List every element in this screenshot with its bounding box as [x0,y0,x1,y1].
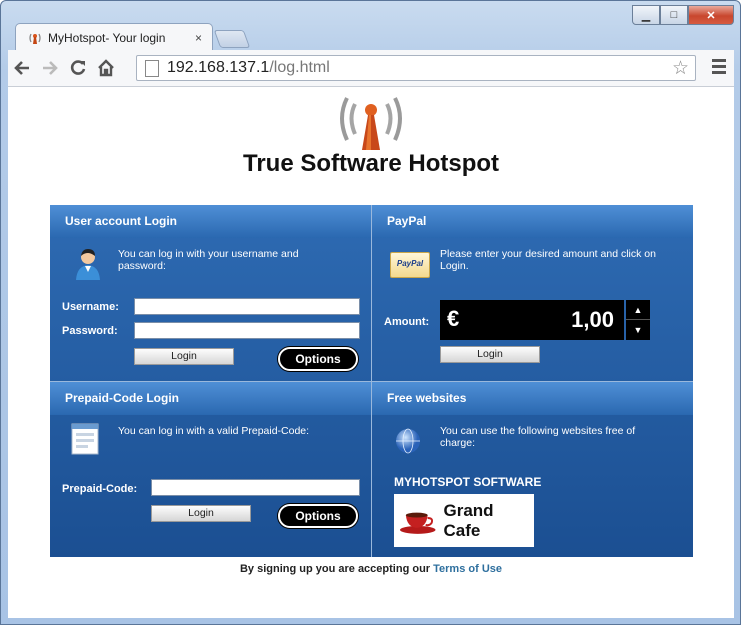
login-panel: User account Login You can log in with y… [50,205,693,557]
user-login-description: You can log in with your username and pa… [118,248,299,272]
paypal-description: Please enter your desired amount and cli… [440,248,656,272]
amount-stepper[interactable]: ▲ ▼ [626,300,650,340]
new-tab-button[interactable] [213,30,251,48]
free-websites-header: Free websites [372,382,693,415]
page-title: True Software Hotspot [242,150,500,177]
username-label: Username: [62,301,119,313]
antenna-favicon-icon [29,33,41,44]
browser-toolbar: 192.168.137.1/log.html ☆ [8,50,734,87]
grand-cafe-link[interactable]: Grand Cafe [394,494,534,547]
minimize-button[interactable]: ▁ [632,5,660,25]
page-icon [145,59,159,77]
tab-close-icon[interactable]: × [195,31,202,45]
hotspot-antenna-logo [340,97,402,150]
back-icon[interactable] [8,54,36,82]
menu-icon[interactable] [712,59,726,77]
tab-title: MyHotspot- Your login [48,30,166,45]
free-websites-section: Free websites You can use the following … [372,382,693,557]
document-form-icon [71,423,99,455]
grand-cafe-label: Grand Cafe [443,500,494,540]
url-text[interactable]: 192.168.137.1/log.html [167,59,672,77]
bookmark-star-icon[interactable]: ☆ [672,57,689,80]
user-options-button[interactable]: Options [278,347,358,371]
amount-label: Amount: [384,316,430,328]
free-websites-description: You can use the following websites free … [440,425,636,449]
browser-tab[interactable]: MyHotspot- Your login × [15,23,213,51]
url-host: 192.168.137.1 [167,59,270,76]
paypal-logo-icon: PayPal [390,252,430,278]
maximize-button[interactable]: □ [660,5,688,25]
user-login-button[interactable]: Login [134,348,234,365]
username-field[interactable] [134,298,360,315]
amount-value: 1,00 [571,307,614,332]
user-login-section: User account Login You can log in with y… [50,205,371,381]
url-path: /log.html [269,59,330,76]
prepaid-section: Prepaid-Code Login You can log in with a… [50,382,371,557]
prepaid-options-button[interactable]: Options [278,504,358,528]
prepaid-header: Prepaid-Code Login [50,382,371,415]
forward-icon[interactable] [36,54,64,82]
terms-text: By signing up you are accepting our [239,563,434,575]
increase-amount-icon[interactable]: ▲ [626,300,650,320]
page-content: True Software Hotspot User account Login… [8,87,734,618]
prepaid-description: You can log in with a valid Prepaid-Code… [118,425,310,437]
address-bar[interactable]: 192.168.137.1/log.html ☆ [136,55,696,81]
browser-window: ▁ □ ✕ MyHotspot- Your login × 192.168.13… [0,0,741,625]
terms-footer: By signing up you are accepting our Term… [8,563,734,575]
prepaid-login-button[interactable]: Login [151,505,251,522]
prepaid-code-label: Prepaid-Code: [62,483,138,495]
coffee-cup-icon [399,512,436,534]
paypal-login-button[interactable]: Login [440,346,540,363]
user-avatar-icon [76,249,100,280]
currency-symbol: € [447,306,460,331]
site-title: MYHOTSPOT SOFTWARE [394,475,542,489]
password-label: Password: [62,325,118,337]
prepaid-code-field[interactable] [151,479,360,496]
paypal-header: PayPal [372,205,693,238]
window-controls: ▁ □ ✕ [632,5,734,25]
globe-icon [396,428,420,454]
password-field[interactable] [134,322,360,339]
amount-display[interactable]: € 1,00 [440,300,624,340]
user-login-header: User account Login [50,205,371,238]
paypal-section: PayPal PayPal Please enter your desired … [372,205,693,381]
close-window-button[interactable]: ✕ [688,5,734,25]
decrease-amount-icon[interactable]: ▼ [626,320,650,339]
reload-icon[interactable] [64,54,92,82]
home-icon[interactable] [92,54,120,82]
terms-of-use-link[interactable]: Terms of Use [433,563,502,575]
